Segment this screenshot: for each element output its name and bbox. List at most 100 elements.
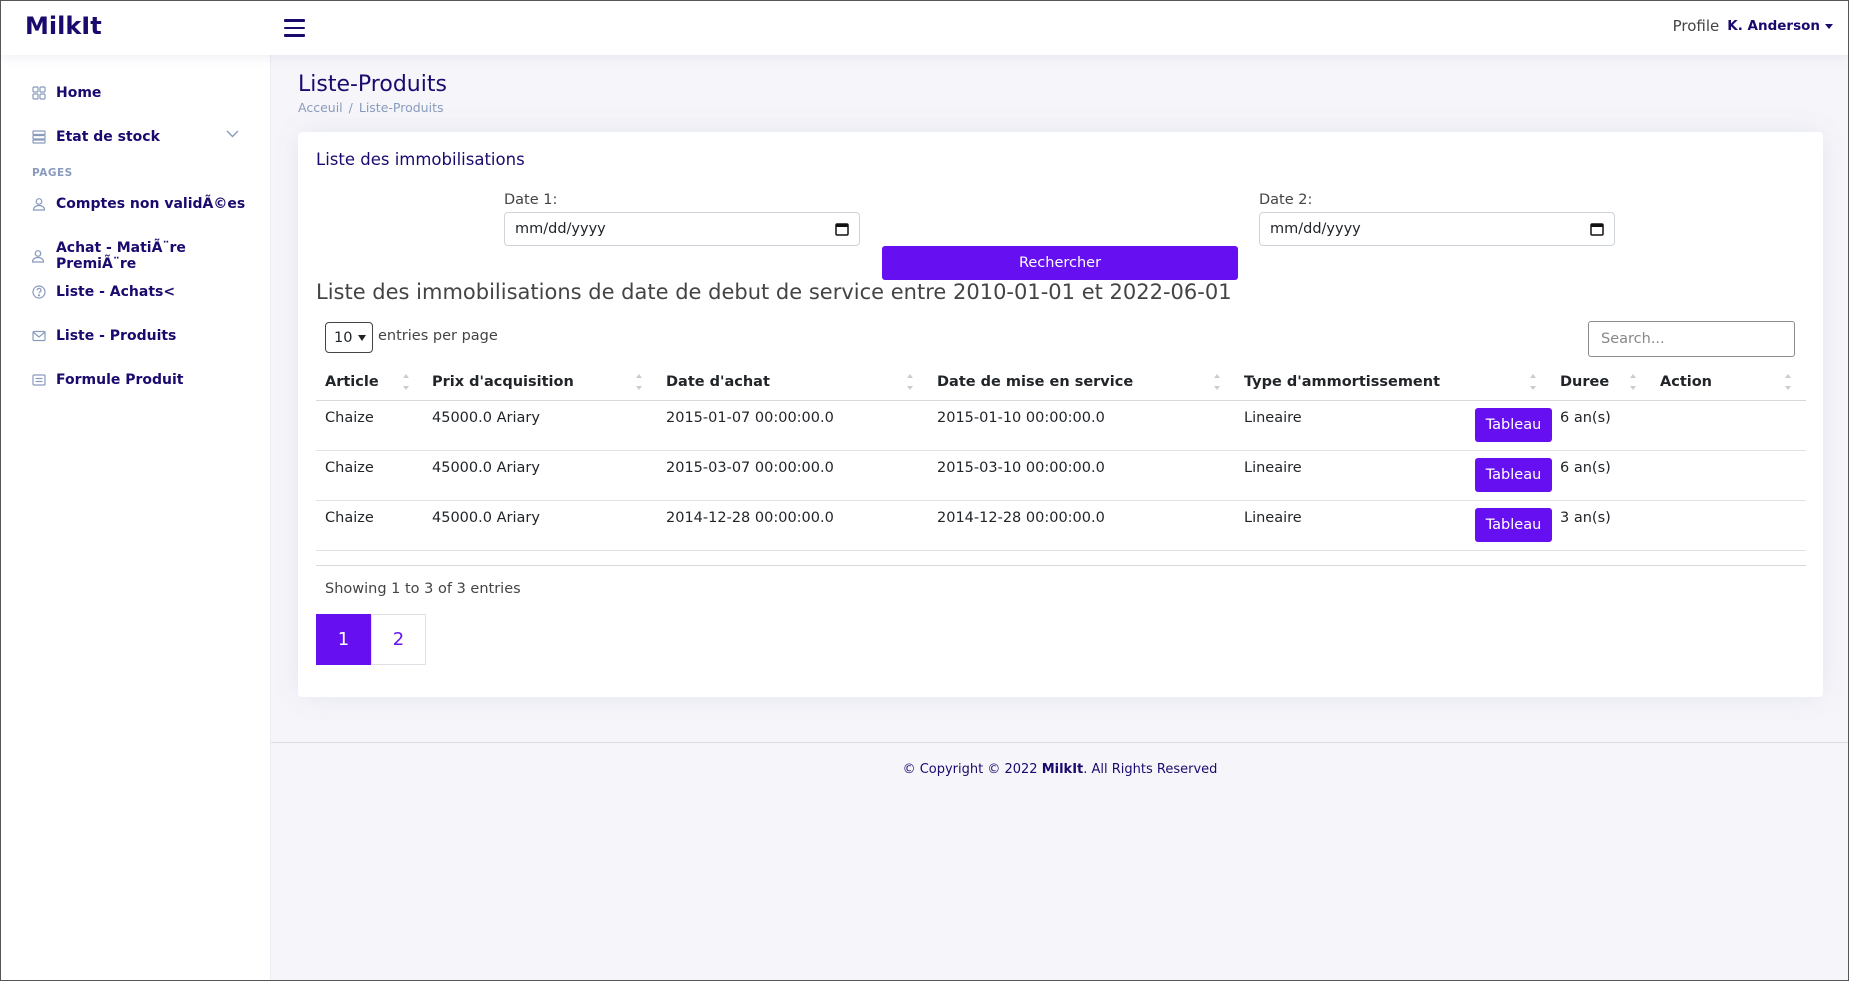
cell-type: Lineaire — [1244, 460, 1302, 476]
cell-duree: 3 an(s) — [1560, 510, 1611, 526]
sidebar-item-label: Comptes non validÃ©es — [56, 196, 246, 212]
menu-toggle-icon[interactable] — [284, 19, 305, 37]
entries-per-page-select[interactable]: 10 — [325, 322, 373, 353]
rechercher-button[interactable]: Rechercher — [882, 246, 1238, 280]
person-icon — [31, 249, 46, 264]
table-row: Chaize 45000.0 Ariary 2015-01-07 00:00:0… — [316, 401, 1806, 451]
breadcrumb: Acceuil / Liste-Produits — [298, 100, 444, 115]
sidebar-item-label: Home — [56, 85, 102, 101]
date2-input[interactable]: mm/dd/yyyy — [1259, 212, 1615, 246]
card-title: Liste des immobilisations — [316, 150, 525, 169]
sidebar-item-label: Achat - MatiÃ¨re PremiÃ¨re — [55, 240, 186, 272]
calendar-icon[interactable] — [835, 222, 849, 236]
footer-copyright: © Copyright © 2022 MilkIt. All Rights Re… — [271, 762, 1849, 777]
column-header-prix[interactable]: Prix d'acquisition — [432, 374, 574, 390]
cell-type: Lineaire — [1244, 510, 1302, 526]
caret-down-icon — [1825, 23, 1833, 29]
sort-icon[interactable] — [1629, 371, 1637, 393]
date2-label: Date 2: — [1259, 192, 1313, 208]
sort-icon[interactable] — [1529, 371, 1537, 393]
page-button-2[interactable]: 2 — [371, 614, 426, 665]
cell-article: Chaize — [325, 460, 374, 476]
page-button-1[interactable]: 1 — [316, 614, 371, 665]
sidebar-item-label: Liste - Produits — [56, 328, 177, 344]
cell-type: Lineaire — [1244, 410, 1302, 426]
entries-per-page-value: 10 — [334, 329, 353, 346]
page-title: Liste-Produits — [298, 72, 447, 97]
cell-date-achat: 2015-03-07 00:00:00.0 — [666, 460, 834, 476]
cell-date-service: 2015-01-10 00:00:00.0 — [937, 410, 1105, 426]
grid-icon — [31, 86, 46, 101]
sort-icon[interactable] — [402, 371, 410, 393]
column-header-date-service[interactable]: Date de mise en service — [937, 374, 1133, 390]
sort-icon[interactable] — [906, 371, 914, 393]
column-header-duree[interactable]: Duree — [1560, 374, 1609, 390]
cell-date-achat: 2014-12-28 00:00:00.0 — [666, 510, 834, 526]
cell-date-achat: 2015-01-07 00:00:00.0 — [666, 410, 834, 426]
date1-input[interactable]: mm/dd/yyyy — [504, 212, 860, 246]
entries-per-page-label: entries per page — [378, 328, 498, 344]
table-bottom-divider — [316, 565, 1806, 566]
date1-label: Date 1: — [504, 192, 558, 208]
card-icon — [31, 373, 46, 388]
profile-name: K. Anderson — [1727, 18, 1820, 34]
sidebar-item-etat-de-stock[interactable]: Etat de stock — [31, 129, 160, 145]
showing-entries-text: Showing 1 to 3 of 3 entries — [325, 581, 521, 597]
table-search-input[interactable]: Search... — [1588, 321, 1795, 357]
sidebar-item-liste-produits[interactable]: Liste - Produits — [31, 328, 176, 344]
sidebar-item-liste-achats[interactable]: Liste - Achats< — [31, 284, 175, 300]
cell-prix: 45000.0 Ariary — [432, 410, 540, 426]
top-header: MilkIt Profile K. Anderson — [0, 0, 1849, 55]
breadcrumb-home-link[interactable]: Acceuil — [298, 100, 343, 115]
sort-icon[interactable] — [1784, 371, 1792, 393]
breadcrumb-current: Liste-Produits — [358, 100, 444, 115]
immobilisations-card: Liste des immobilisations Date 1: mm/dd/… — [298, 132, 1823, 697]
pagination: 1 2 — [316, 614, 426, 665]
column-header-date-achat[interactable]: Date d'achat — [666, 374, 770, 390]
tableau-button[interactable]: Tableau — [1475, 458, 1552, 492]
question-icon — [31, 285, 46, 300]
calendar-icon[interactable] — [1590, 222, 1604, 236]
sidebar-item-home[interactable]: Home — [31, 85, 101, 101]
column-header-type[interactable]: Type d'ammortissement — [1244, 374, 1440, 390]
sidebar-item-label: Formule Produit — [56, 372, 184, 388]
footer-brand: MilkIt — [1041, 762, 1084, 777]
sidebar-item-formule-produit[interactable]: Formule Produit — [31, 372, 184, 388]
tableau-button[interactable]: Tableau — [1475, 508, 1552, 542]
cell-date-service: 2015-03-10 00:00:00.0 — [937, 460, 1105, 476]
sidebar: Home Etat de stock PAGES Comptes non val… — [0, 55, 271, 981]
table-row: Chaize 45000.0 Ariary 2015-03-07 00:00:0… — [316, 451, 1806, 501]
column-header-action[interactable]: Action — [1660, 374, 1712, 390]
table-row: Chaize 45000.0 Ariary 2014-12-28 00:00:0… — [316, 501, 1806, 551]
cell-date-service: 2014-12-28 00:00:00.0 — [937, 510, 1105, 526]
table-search-placeholder: Search... — [1601, 331, 1665, 347]
nav-heading-pages: PAGES — [32, 167, 73, 179]
cell-article: Chaize — [325, 410, 374, 426]
date2-placeholder: mm/dd/yyyy — [1270, 221, 1361, 237]
tableau-button[interactable]: Tableau — [1475, 408, 1552, 442]
footer-suffix: . All Rights Reserved — [1083, 762, 1218, 777]
sort-icon[interactable] — [635, 371, 643, 393]
date1-placeholder: mm/dd/yyyy — [515, 221, 606, 237]
sidebar-item-achat-matiere[interactable]: Achat - MatiÃ¨re PremiÃ¨re — [31, 240, 270, 272]
chevron-down-icon[interactable] — [226, 130, 239, 138]
cell-article: Chaize — [325, 510, 374, 526]
profile-image: Profile — [1672, 17, 1720, 35]
sidebar-item-comptes[interactable]: Comptes non validÃ©es — [31, 196, 245, 212]
app-logo[interactable]: MilkIt — [25, 12, 102, 40]
column-header-article[interactable]: Article — [325, 374, 379, 390]
envelope-icon — [31, 329, 46, 344]
sidebar-item-label: Liste - Achats< — [56, 284, 176, 300]
cell-duree: 6 an(s) — [1560, 410, 1611, 426]
breadcrumb-separator: / — [348, 100, 353, 115]
profile-dropdown[interactable]: Profile K. Anderson — [1673, 17, 1833, 35]
chevron-down-icon — [358, 334, 367, 341]
sidebar-item-label: Etat de stock — [56, 129, 160, 145]
results-subtitle: Liste des immobilisations de date de deb… — [316, 280, 1232, 304]
sort-icon[interactable] — [1213, 371, 1221, 393]
person-icon — [31, 197, 46, 212]
cell-duree: 6 an(s) — [1560, 460, 1611, 476]
footer-prefix: © Copyright © 2022 — [902, 762, 1042, 777]
stack-icon — [31, 130, 46, 145]
cell-prix: 45000.0 Ariary — [432, 510, 540, 526]
